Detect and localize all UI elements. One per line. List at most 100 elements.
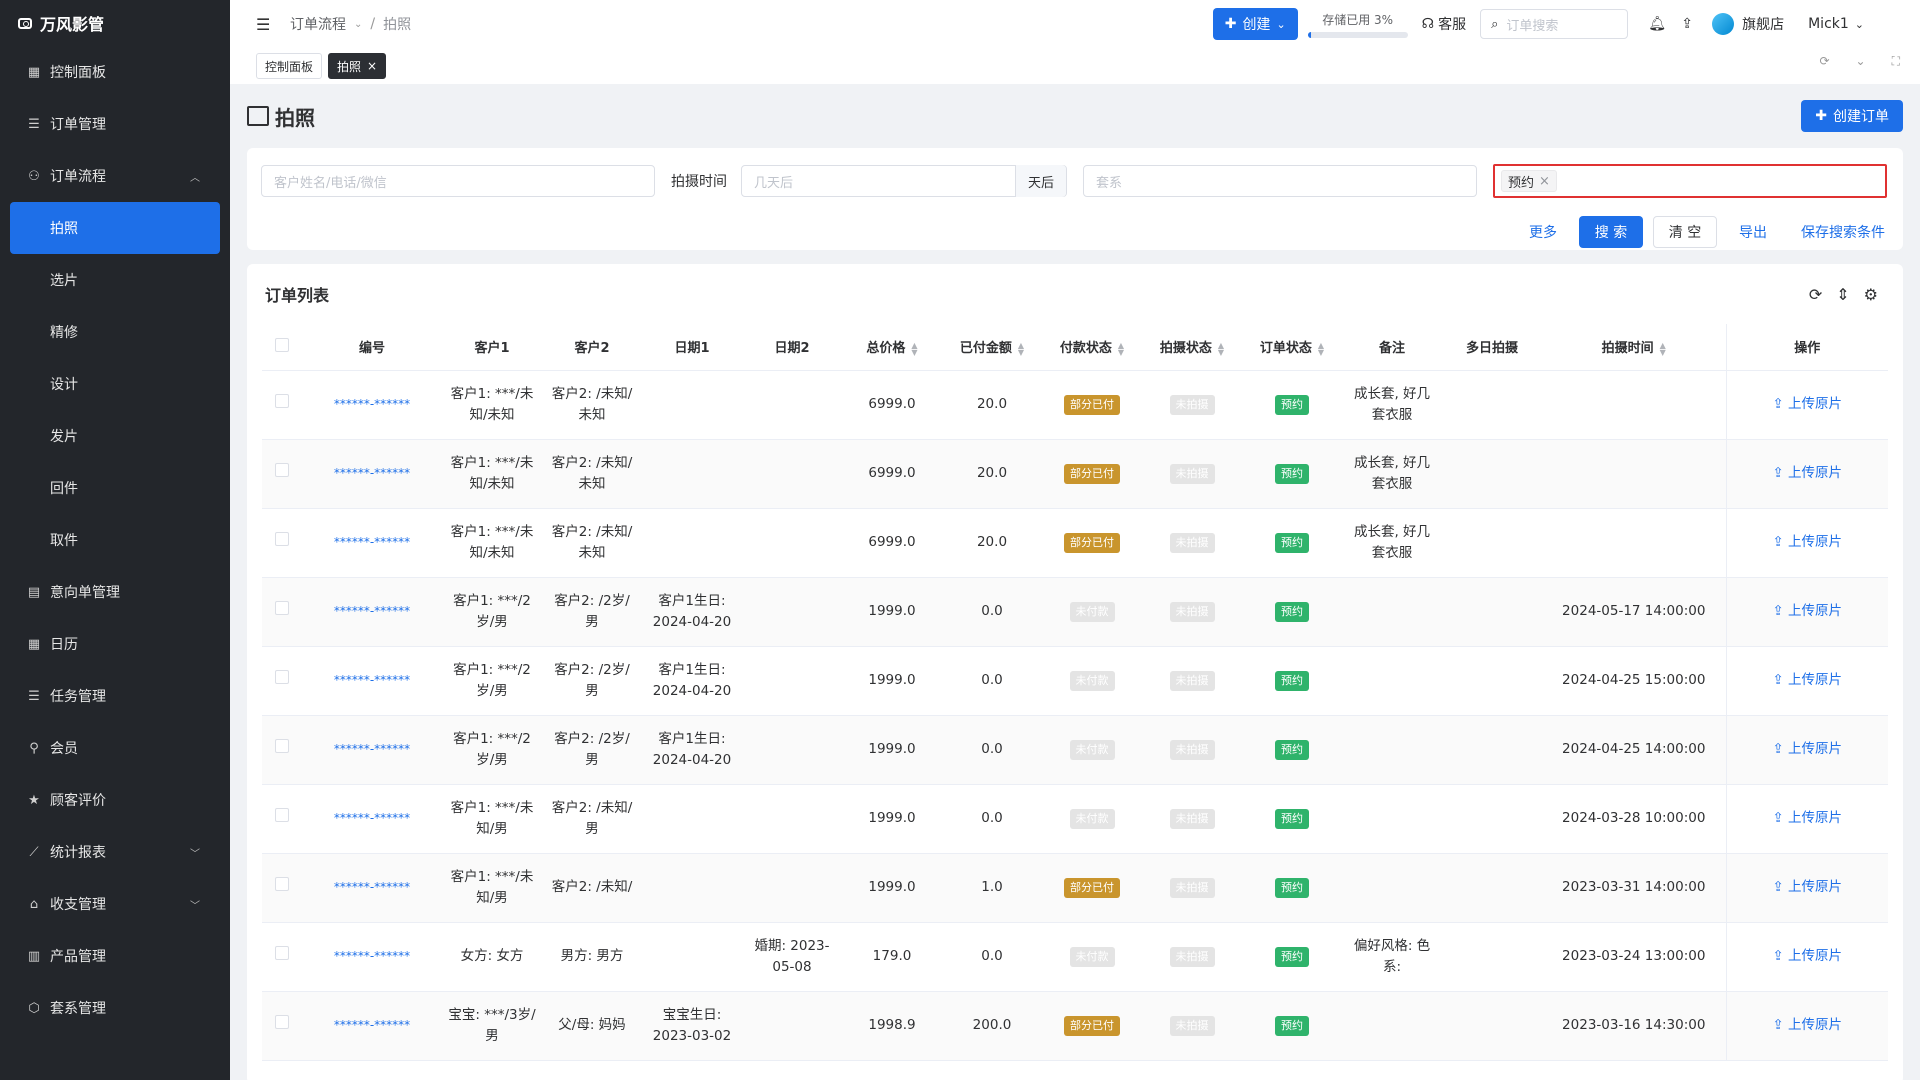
sidebar-item[interactable]: ▦ 控制面板 [0, 46, 230, 98]
upload-original-button[interactable]: ⇪ 上传原片 [1772, 741, 1842, 757]
row-checkbox[interactable] [275, 532, 289, 546]
sidebar-item[interactable]: ☰ 订单管理 [0, 98, 230, 150]
upload-original-button[interactable]: ⇪ 上传原片 [1772, 879, 1842, 895]
upload-original-button[interactable]: ⇪ 上传原片 [1772, 948, 1842, 964]
close-icon[interactable]: × [1539, 174, 1550, 189]
payment-status-cell: 未付款 [1042, 784, 1142, 854]
menu-toggle-icon[interactable]: ☰ [256, 15, 272, 34]
column-height-icon[interactable]: ⇕ [1836, 285, 1849, 304]
order-id-link[interactable]: ******-****** [334, 949, 410, 963]
column-header[interactable]: 订单状态 ▲ ▼ [1242, 324, 1342, 371]
sidebar-subitem[interactable]: 取件 [0, 514, 230, 566]
note-cell: 成长套, 好几套衣服 [1353, 385, 1431, 423]
sidebar-item-label: 意向单管理 [50, 585, 120, 601]
order-id-link[interactable]: ******-****** [334, 604, 410, 618]
sidebar-item[interactable]: ⌂ 收支管理 ﹀ [0, 878, 230, 930]
order-id-link[interactable]: ******-****** [334, 880, 410, 894]
row-checkbox[interactable] [275, 670, 289, 684]
upload-original-button[interactable]: ⇪ 上传原片 [1772, 810, 1842, 826]
breadcrumb-item[interactable]: 订单流程 [290, 14, 346, 34]
sidebar-item[interactable]: ⚲ 会员 [0, 722, 230, 774]
order-id-link[interactable]: ******-****** [334, 535, 410, 549]
customer-service-button[interactable]: ☊ 客服 [1422, 14, 1466, 34]
refresh-icon[interactable]: ⟳ [1809, 285, 1822, 304]
sort-icon[interactable]: ▲ ▼ [1018, 341, 1024, 356]
column-header[interactable]: 已付金额 ▲ ▼ [942, 324, 1042, 371]
shop-name[interactable]: 旗舰店 [1742, 14, 1784, 34]
chevron-down-icon[interactable]: ⌄ [1856, 54, 1866, 69]
row-checkbox[interactable] [275, 394, 289, 408]
order-status-select[interactable]: 预约 × [1493, 164, 1887, 198]
row-checkbox[interactable] [275, 877, 289, 891]
sidebar-item[interactable]: ▤ 意向单管理 [0, 566, 230, 618]
tab-dashboard[interactable]: 控制面板 [256, 53, 323, 79]
order-id-link[interactable]: ******-****** [334, 397, 410, 411]
order-id-cell: ******-****** [302, 922, 442, 992]
row-checkbox[interactable] [275, 463, 289, 477]
sort-icon[interactable]: ▲ ▼ [1318, 341, 1324, 356]
sidebar-subitem[interactable]: 拍照 [10, 202, 220, 254]
order-id-cell: ******-****** [302, 715, 442, 785]
save-search-link[interactable]: 保存搜索条件 [1789, 222, 1885, 242]
upload-original-button[interactable]: ⇪ 上传原片 [1772, 1017, 1842, 1033]
search-button[interactable]: 搜 索 [1579, 216, 1643, 248]
sort-icon[interactable]: ▲ ▼ [1218, 341, 1224, 356]
order-id-link[interactable]: ******-****** [334, 811, 410, 825]
create-button[interactable]: ✚ 创建 ⌄ [1212, 8, 1298, 40]
sidebar-subitem[interactable]: 回件 [0, 462, 230, 514]
customer-search-input[interactable]: 客户姓名/电话/微信 [261, 165, 655, 197]
bell-icon[interactable]: 🔔︎ [1642, 16, 1672, 32]
sidebar-subitem[interactable]: 精修 [0, 306, 230, 358]
column-header[interactable]: 拍摄时间 ▲ ▼ [1542, 324, 1726, 371]
days-after-input[interactable]: 几天后 天后 [741, 165, 1067, 197]
sidebar-item[interactable]: ⚇ 订单流程 ︿ [0, 150, 230, 202]
order-id-link[interactable]: ******-****** [334, 1018, 410, 1032]
sidebar-item[interactable]: ★ 顾客评价 [0, 774, 230, 826]
sort-icon[interactable]: ▲ ▼ [1118, 341, 1124, 356]
tab-photo[interactable]: 拍照 × [328, 53, 387, 79]
gear-icon[interactable]: ⚙ [1864, 285, 1878, 304]
upload-original-button[interactable]: ⇪ 上传原片 [1772, 672, 1842, 688]
refresh-icon[interactable]: ⟳ [1819, 54, 1829, 69]
row-checkbox[interactable] [275, 601, 289, 615]
row-checkbox-cell [262, 370, 302, 440]
sort-icon[interactable]: ▲ ▼ [1660, 341, 1666, 356]
select-all-checkbox[interactable] [275, 337, 289, 352]
upload-original-button[interactable]: ⇪ 上传原片 [1772, 534, 1842, 550]
brand[interactable]: 万风影管 [0, 0, 230, 46]
shoot-status-badge: 未拍摄 [1169, 809, 1215, 829]
upload-icon[interactable]: ⇪ [1672, 16, 1702, 32]
clear-button[interactable]: 清 空 [1653, 216, 1717, 248]
fullscreen-icon[interactable]: ⛶ [1892, 54, 1900, 69]
sidebar-subitem[interactable]: 选片 [0, 254, 230, 306]
order-search-input[interactable]: ⌕ 订单搜索 [1480, 9, 1629, 39]
sidebar-item[interactable]: ⟋ 统计报表 ﹀ [0, 826, 230, 878]
column-header[interactable]: 总价格 ▲ ▼ [842, 324, 942, 371]
order-status-badge: 预约 [1275, 740, 1309, 760]
row-checkbox[interactable] [275, 808, 289, 822]
row-checkbox[interactable] [275, 739, 289, 753]
sidebar-subitem[interactable]: 设计 [0, 358, 230, 410]
create-order-button[interactable]: ✚ 创建订单 [1801, 100, 1903, 132]
upload-original-button[interactable]: ⇪ 上传原片 [1772, 603, 1842, 619]
upload-original-button[interactable]: ⇪ 上传原片 [1772, 396, 1842, 412]
sidebar-item[interactable]: ⬡ 套系管理 [0, 982, 230, 1034]
user-menu[interactable]: Mick1 ⌄ [1808, 16, 1864, 32]
order-id-link[interactable]: ******-****** [334, 742, 410, 756]
row-checkbox[interactable] [275, 946, 289, 960]
close-icon[interactable]: × [367, 59, 377, 73]
sidebar-item[interactable]: ☰ 任务管理 [0, 670, 230, 722]
package-select[interactable]: 套系 [1083, 165, 1477, 197]
sidebar-item[interactable]: ▥ 产品管理 [0, 930, 230, 982]
sort-icon[interactable]: ▲ ▼ [911, 341, 917, 356]
order-id-link[interactable]: ******-****** [334, 673, 410, 687]
sidebar-item[interactable]: ▦ 日历 [0, 618, 230, 670]
order-id-link[interactable]: ******-****** [334, 466, 410, 480]
row-checkbox[interactable] [275, 1015, 289, 1029]
column-header[interactable]: 付款状态 ▲ ▼ [1042, 324, 1142, 371]
sidebar-subitem[interactable]: 发片 [0, 410, 230, 462]
export-link[interactable]: 导出 [1727, 222, 1779, 242]
more-filters-link[interactable]: 更多 [1517, 222, 1569, 242]
column-header[interactable]: 拍摄状态 ▲ ▼ [1142, 324, 1242, 371]
upload-original-button[interactable]: ⇪ 上传原片 [1772, 465, 1842, 481]
